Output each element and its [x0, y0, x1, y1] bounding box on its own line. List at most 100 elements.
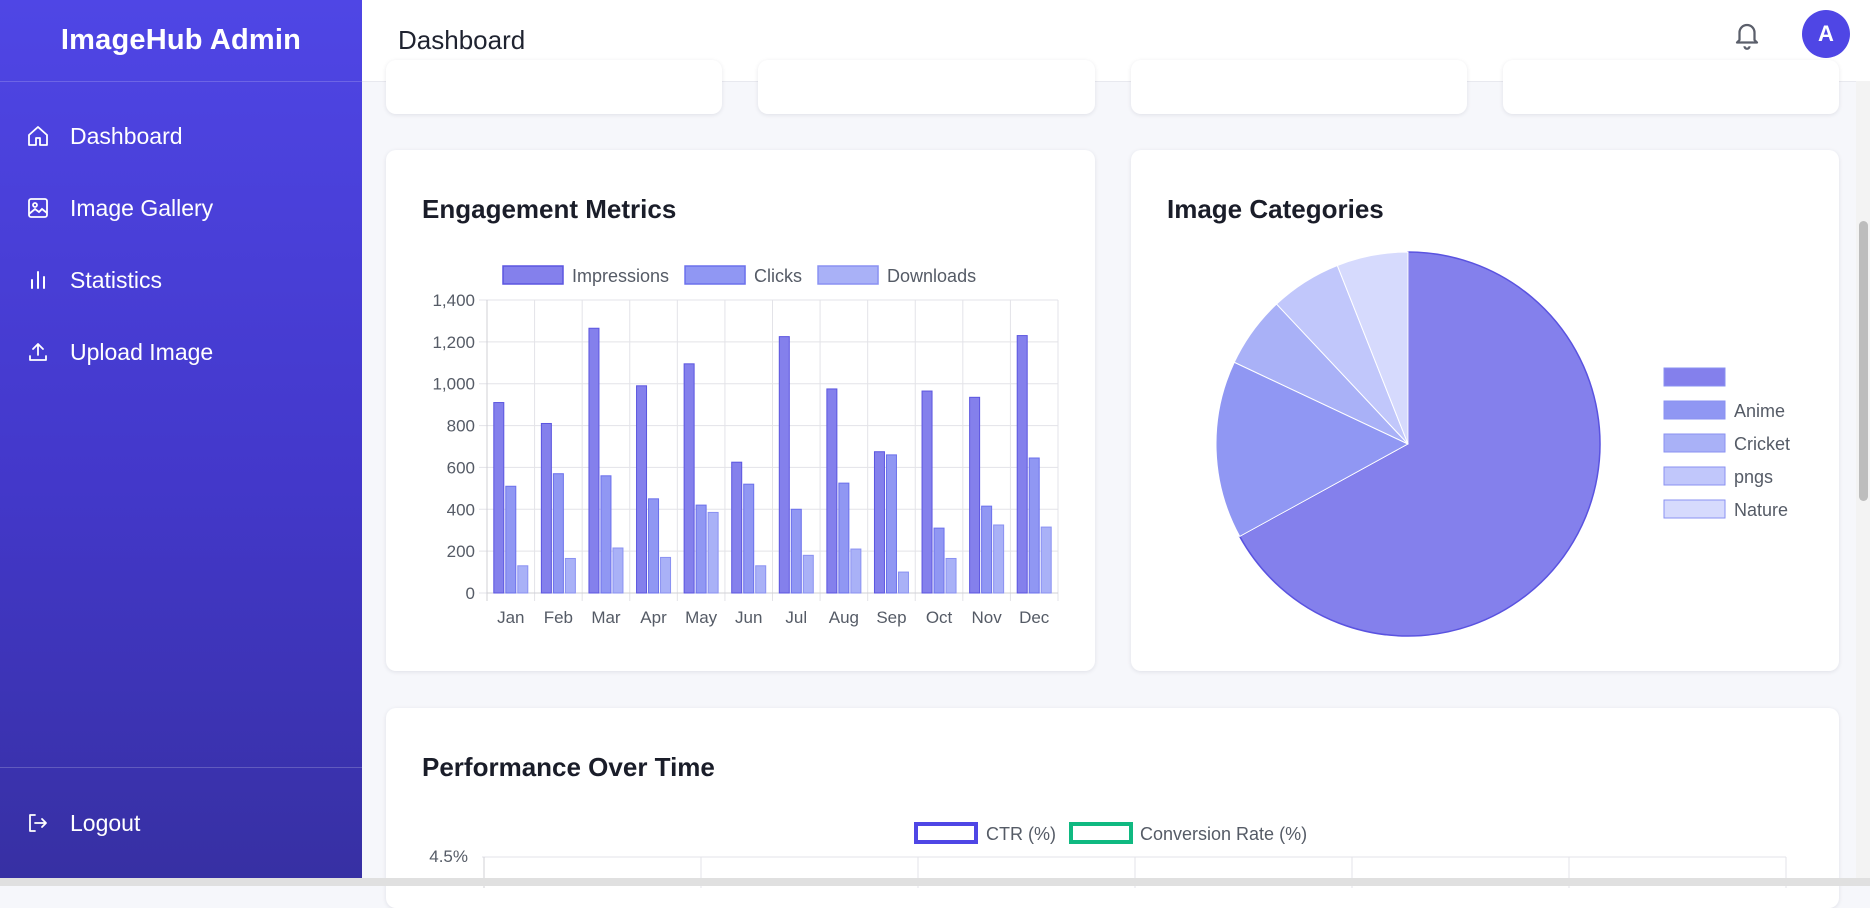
bar-downloads[interactable] [660, 556, 672, 594]
bar-downloads[interactable] [897, 571, 909, 594]
sidebar-item-label: Statistics [70, 266, 163, 293]
legend-label-pngs: pngs [1734, 467, 1773, 487]
categories-card: Image Categories Anime Cricket pngs Nature [1131, 150, 1839, 671]
y-tick-label: 1,400 [432, 291, 475, 310]
legend-swatch-impressions[interactable] [502, 265, 564, 285]
bar-impressions[interactable] [873, 451, 885, 594]
bar-downloads[interactable] [517, 565, 529, 594]
stat-card [1503, 60, 1839, 114]
y-tick-label: 200 [447, 542, 475, 561]
bar-chart-icon [31, 271, 45, 289]
x-tick-label: Oct [926, 608, 953, 627]
sidebar: ImageHub Admin Dashboard Image Gallery S… [0, 0, 362, 878]
legend-swatch-clicks[interactable] [684, 265, 746, 285]
bar-impressions[interactable] [1016, 335, 1028, 594]
bar-clicks[interactable] [838, 482, 850, 594]
bar-impressions[interactable] [683, 363, 695, 594]
legend-label-impressions: Impressions [572, 266, 669, 286]
x-tick-label: Jan [497, 608, 524, 627]
bar-clicks[interactable] [600, 475, 612, 594]
bar-clicks[interactable] [552, 473, 564, 594]
legend-label-clicks: Clicks [754, 266, 802, 286]
sidebar-item-image-gallery[interactable]: Image Gallery [0, 172, 362, 244]
legend-label-nature: Nature [1734, 500, 1788, 520]
engagement-chart: Impressions Clicks Downloads 0 200 400 600 800 1… [432, 265, 1059, 627]
legend-label-conversion: Conversion Rate (%) [1140, 824, 1307, 844]
bar-impressions[interactable] [540, 422, 552, 594]
bar-clicks[interactable] [981, 505, 993, 594]
bar-downloads[interactable] [993, 524, 1005, 594]
legend-swatch-downloads[interactable] [817, 265, 879, 285]
bar-impressions[interactable] [778, 336, 790, 594]
scrollbar-thumb[interactable] [1859, 221, 1868, 501]
legend-label-anime: Anime [1734, 401, 1785, 421]
y-tick-label: 4.5% [429, 847, 468, 866]
bar-clicks[interactable] [885, 454, 897, 594]
bar-downloads[interactable] [707, 511, 719, 594]
legend-label-ctr: CTR (%) [986, 824, 1056, 844]
y-tick-label: 600 [447, 458, 475, 477]
stat-card [386, 60, 722, 114]
bar-downloads[interactable] [612, 547, 624, 594]
legend-swatch-conversion[interactable] [1069, 822, 1133, 844]
bar-downloads[interactable] [1040, 526, 1052, 594]
bar-clicks[interactable] [1028, 457, 1040, 594]
legend-label-downloads: Downloads [887, 266, 976, 286]
page-title: Dashboard [398, 25, 526, 55]
vertical-scrollbar[interactable] [1856, 81, 1870, 878]
bar-downloads[interactable] [945, 557, 957, 594]
sidebar-item-upload-image[interactable]: Upload Image [0, 316, 362, 388]
bar-downloads[interactable] [564, 557, 576, 594]
x-tick-label: Apr [640, 608, 667, 627]
sidebar-item-label: Image Gallery [70, 194, 214, 221]
logout-icon [29, 814, 47, 832]
bar-downloads[interactable] [802, 554, 814, 594]
home-icon [28, 126, 48, 146]
bell-icon[interactable] [1732, 18, 1762, 52]
logout-label: Logout [70, 809, 141, 836]
image-icon [28, 198, 48, 218]
legend-swatch-cricket[interactable] [1663, 433, 1726, 453]
bar-downloads[interactable] [755, 565, 767, 594]
bar-impressions[interactable] [826, 388, 838, 594]
x-tick-label: Aug [829, 608, 859, 627]
x-tick-label: Jun [735, 608, 762, 627]
logout-button[interactable]: Logout [0, 787, 362, 859]
bar-clicks[interactable] [695, 504, 707, 594]
bar-impressions[interactable] [731, 461, 743, 594]
y-tick-label: 0 [466, 584, 475, 603]
bar-impressions[interactable] [493, 402, 505, 594]
bar-downloads[interactable] [850, 548, 862, 594]
x-tick-label: Sep [876, 608, 906, 627]
legend-swatch[interactable] [1663, 367, 1726, 387]
legend-swatch-ctr[interactable] [914, 822, 978, 844]
y-tick-label: 1,200 [432, 333, 475, 352]
x-tick-label: Nov [972, 608, 1003, 627]
x-tick-label: Mar [591, 608, 621, 627]
bar-impressions[interactable] [636, 385, 648, 594]
sidebar-item-label: Dashboard [70, 122, 183, 149]
bar-impressions[interactable] [921, 390, 933, 594]
upload-icon [29, 343, 47, 361]
sidebar-nav: Dashboard Image Gallery Statistics Uploa… [0, 100, 362, 388]
bar-impressions[interactable] [588, 327, 600, 594]
legend-swatch-pngs[interactable] [1663, 466, 1726, 486]
legend-swatch-nature[interactable] [1663, 499, 1726, 519]
sidebar-item-statistics[interactable]: Statistics [0, 244, 362, 316]
bar-clicks[interactable] [648, 498, 660, 594]
window-bottom-edge [0, 878, 1870, 886]
categories-chart: Anime Cricket pngs Nature [1215, 251, 1790, 637]
bar-clicks[interactable] [505, 485, 517, 594]
x-tick-label: Dec [1019, 608, 1050, 627]
x-tick-label: Jul [785, 608, 807, 627]
avatar[interactable]: A [1802, 10, 1850, 58]
stat-card [758, 60, 1095, 114]
bar-clicks[interactable] [933, 527, 945, 594]
y-tick-label: 400 [447, 500, 475, 519]
bar-clicks[interactable] [743, 483, 755, 594]
x-tick-label: Feb [544, 608, 573, 627]
legend-swatch-anime[interactable] [1663, 400, 1726, 420]
bar-impressions[interactable] [969, 396, 981, 594]
bar-clicks[interactable] [790, 508, 802, 594]
sidebar-item-dashboard[interactable]: Dashboard [0, 100, 362, 172]
